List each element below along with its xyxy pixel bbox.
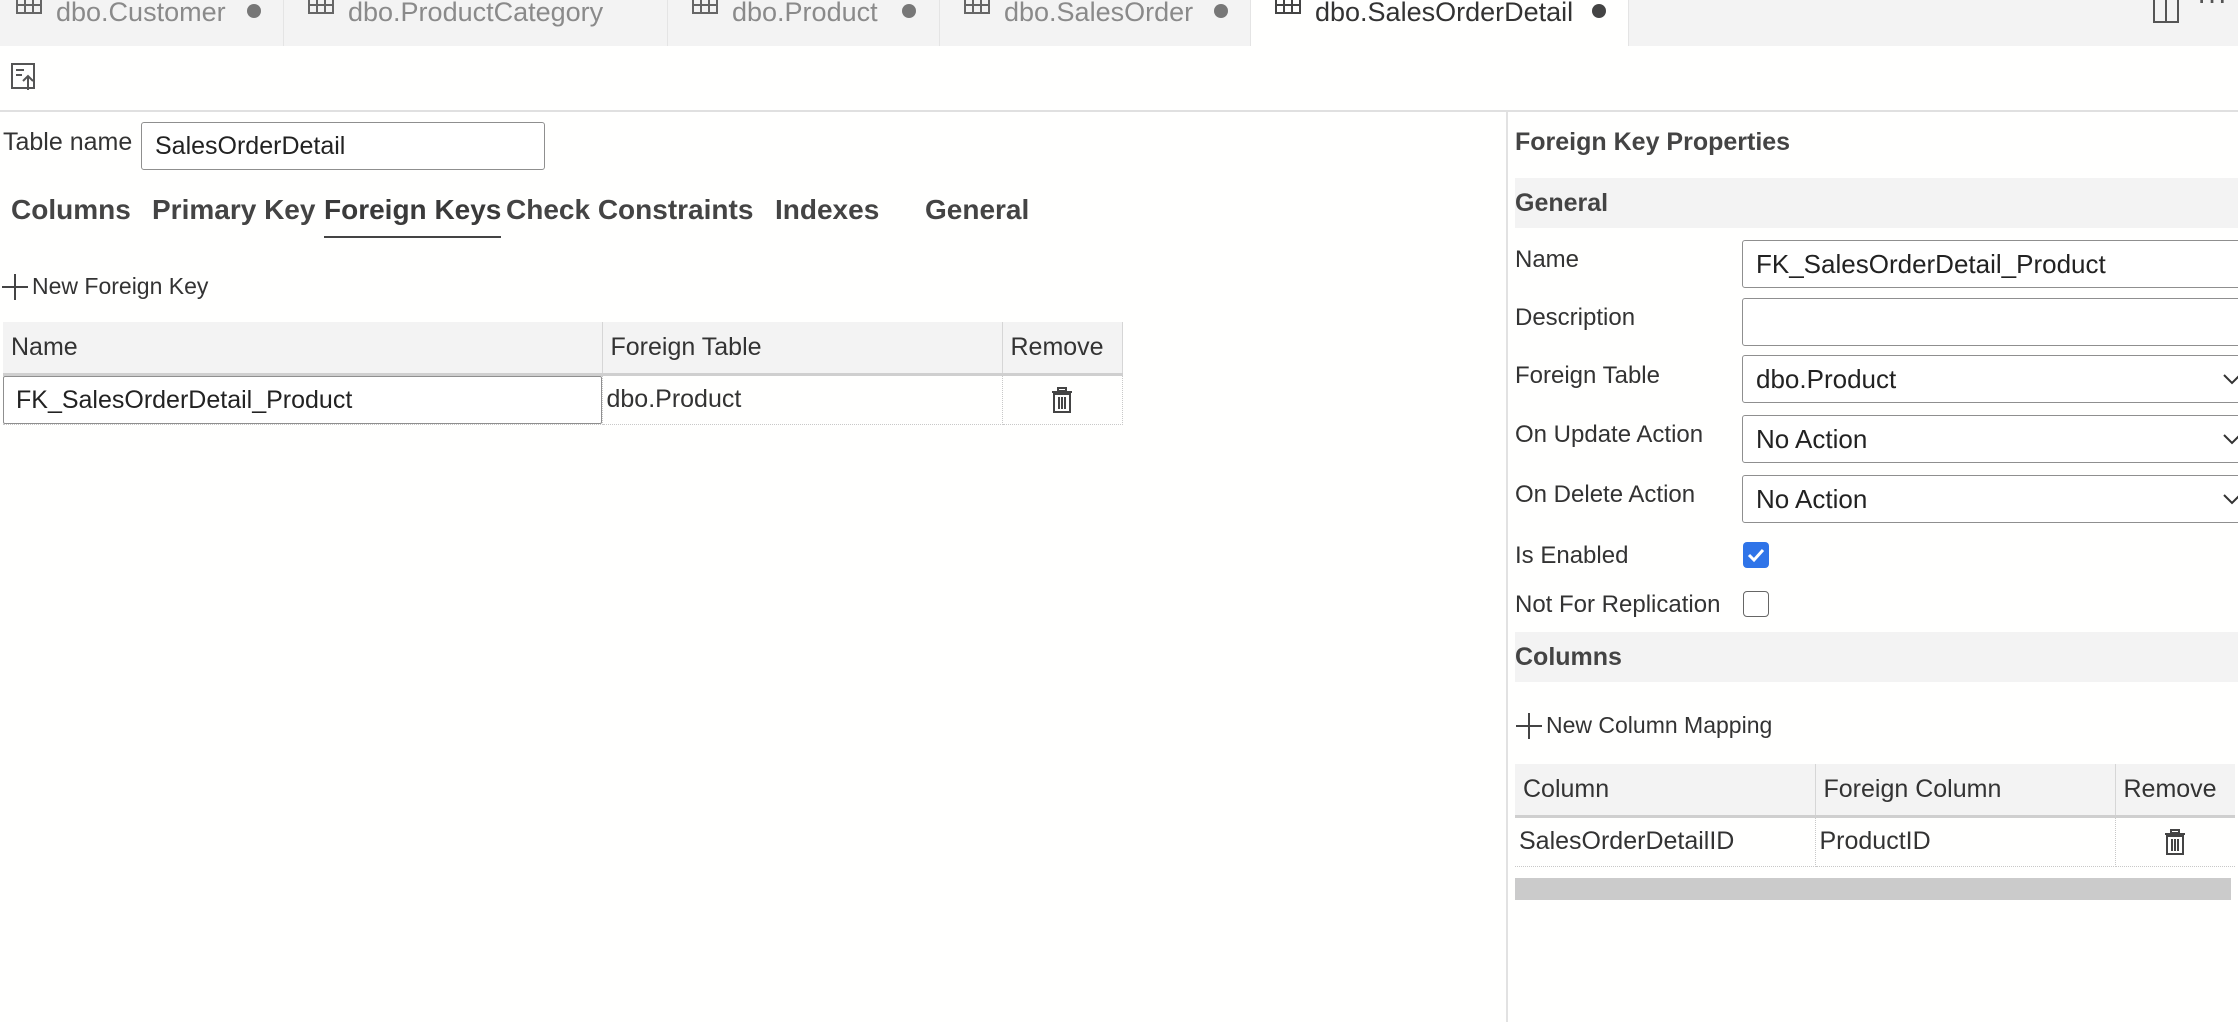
tab-label: dbo.Customer [56,0,226,27]
tab-check-constraints[interactable]: Check Constraints [506,194,753,226]
properties-title: Foreign Key Properties [1515,128,1791,156]
not-for-replication-checkbox[interactable] [1743,591,1769,617]
more-actions-icon[interactable]: ··· [2197,0,2228,16]
plus-icon [1516,712,1542,739]
table-icon [964,0,990,14]
chevron-down-icon [2223,494,2238,505]
tab-dbo-salesorderdetail[interactable]: dbo.SalesOrderDetail [1251,0,1629,46]
chevron-down-icon [2223,434,2238,445]
tab-columns[interactable]: Columns [11,194,131,226]
description-input[interactable] [1742,298,2238,346]
foreign-table-label: Foreign Table [1515,362,1660,389]
tab-dbo-salesorder[interactable]: dbo.SalesOrder [940,0,1251,46]
column-header-remove[interactable]: Remove [1002,322,1123,376]
column-header-column[interactable]: Column [1515,764,1816,818]
table-icon [692,0,718,14]
column-header-name[interactable]: Name [3,322,603,376]
trash-icon[interactable] [2164,828,2186,855]
new-column-mapping-label: New Column Mapping [1546,712,1773,738]
column-header-remove[interactable]: Remove [2115,764,2235,818]
general-section-label: General [1515,189,1609,217]
publish-changes-icon[interactable] [10,62,38,92]
tab-label: dbo.ProductCategory [348,0,604,27]
tab-indexes[interactable]: Indexes [775,194,879,226]
table-icon [308,0,334,14]
table-icon [1275,0,1301,14]
unsaved-dot-icon [902,4,916,18]
foreign-table-select[interactable]: dbo.Product [1742,355,2238,403]
foreign-key-properties-pane: Foreign Key Properties General Name FK_S… [1508,112,2238,1022]
table-name-label: Table name [3,128,133,156]
table-name-input[interactable]: SalesOrderDetail [141,122,545,170]
tab-label: dbo.Product [732,0,878,27]
fk-name-cell[interactable]: FK_SalesOrderDetail_Product [3,374,603,425]
foreign-table-value: dbo.Product [1756,364,1897,394]
general-section-header[interactable]: General [1515,178,2238,228]
new-foreign-key-label: New Foreign Key [32,273,209,299]
on-delete-action-value: No Action [1756,484,1868,514]
horizontal-scrollbar[interactable] [1515,878,2231,900]
tab-dbo-product[interactable]: dbo.Product [668,0,940,46]
mapping-remove-cell [2115,816,2235,867]
tab-dbo-customer[interactable]: dbo.Customer [0,0,284,46]
unsaved-dot-icon [247,4,261,18]
chevron-down-icon [2223,374,2238,385]
editor-tab-bar: dbo.Customer dbo.ProductCategory dbo.Pro… [0,0,2238,46]
split-editor-icon[interactable] [2152,0,2180,24]
not-for-replication-label: Not For Replication [1515,591,1721,618]
tab-general[interactable]: General [925,194,1029,226]
tab-foreign-keys[interactable]: Foreign Keys [324,194,502,238]
is-enabled-checkbox[interactable] [1743,542,1769,568]
column-header-foreign-column[interactable]: Foreign Column [1815,764,2116,818]
tab-label: dbo.SalesOrderDetail [1315,0,1574,27]
on-update-action-value: No Action [1756,424,1868,454]
column-header-foreign-table[interactable]: Foreign Table [602,322,1003,376]
table-icon [16,0,42,14]
description-label: Description [1515,304,1636,331]
columns-section-label: Columns [1515,643,1622,671]
designer-toolbar [0,46,2238,112]
plus-icon [2,273,28,300]
fk-remove-cell [1002,374,1123,425]
tab-dbo-productcategory[interactable]: dbo.ProductCategory [284,0,668,46]
on-update-action-select[interactable]: No Action [1742,415,2238,463]
fk-name-input[interactable]: FK_SalesOrderDetail_Product [3,375,602,424]
table-row[interactable]: FK_SalesOrderDetail_Product dbo.Product [3,374,1123,425]
tab-label: dbo.SalesOrder [1004,0,1194,27]
foreign-keys-table: Name Foreign Table Remove FK_SalesOrderD… [3,322,1123,425]
new-column-mapping-button[interactable]: New Column Mapping [1516,712,1772,739]
unsaved-dot-icon [1214,4,1228,18]
on-update-action-label: On Update Action [1515,421,1704,448]
table-row[interactable]: SalesOrderDetailID ProductID [1515,816,2235,867]
new-foreign-key-button[interactable]: New Foreign Key [2,273,208,300]
table-designer-pane: Table name SalesOrderDetail Columns Prim… [0,112,1506,1022]
is-enabled-label: Is Enabled [1515,542,1629,569]
on-delete-action-label: On Delete Action [1515,481,1696,508]
fk-foreign-table-cell[interactable]: dbo.Product [602,374,1003,425]
trash-icon[interactable] [1051,386,1073,413]
checkmark-icon [1747,548,1765,563]
column-mapping-table: Column Foreign Column Remove SalesOrderD… [1515,764,2235,867]
name-input[interactable]: FK_SalesOrderDetail_Product [1742,240,2238,288]
tab-primary-key[interactable]: Primary Key [152,194,315,226]
on-delete-action-select[interactable]: No Action [1742,475,2238,523]
unsaved-dot-icon [1592,4,1606,18]
mapping-foreign-column-cell[interactable]: ProductID [1815,816,2116,867]
name-label: Name [1515,246,1580,273]
mapping-column-cell[interactable]: SalesOrderDetailID [1515,816,1816,867]
columns-section-header[interactable]: Columns [1515,632,2238,682]
